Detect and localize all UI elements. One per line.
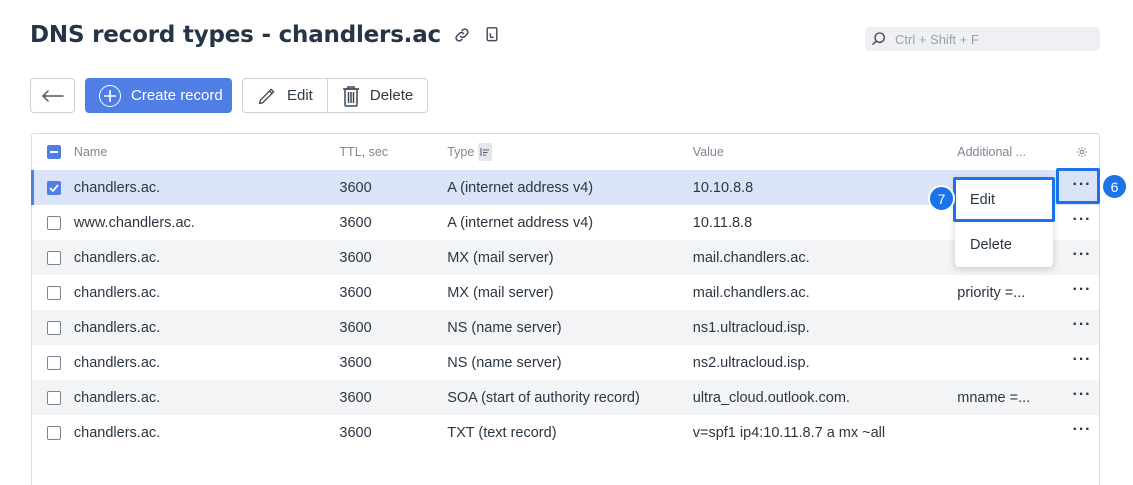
table-header: Name TTL, sec Type Value Additional ... [32, 134, 1099, 170]
cell-type: NS (name server) [447, 319, 562, 336]
row-checkbox[interactable] [47, 425, 62, 440]
cell-value: 10.10.8.8 [692, 179, 754, 196]
cell-type: TXT (text record) [447, 424, 557, 441]
cell-name: chandlers.ac. [73, 179, 161, 196]
row-checkbox[interactable] [47, 180, 62, 195]
column-ttl[interactable]: TTL, sec [339, 145, 447, 159]
table-row[interactable]: chandlers.ac. 3600 NS (name server) ns1.… [32, 310, 1099, 345]
cell-value: mail.chandlers.ac. [692, 249, 810, 266]
cell-ttl: 3600 [339, 424, 372, 441]
cell-value: ns1.ultracloud.isp. [692, 319, 810, 336]
cell-type: A (internet address v4) [447, 214, 594, 231]
trash-icon [342, 85, 359, 107]
edit-label: Edit [287, 87, 313, 104]
row-checkbox[interactable] [47, 285, 62, 300]
cell-name: chandlers.ac. [73, 389, 161, 406]
more-actions-icon[interactable]: ··· [1073, 351, 1092, 368]
cell-value: mail.chandlers.ac. [692, 284, 810, 301]
title-row: DNS record types - chandlers.ac [30, 22, 503, 48]
search-input[interactable] [895, 31, 1085, 47]
search-icon [872, 32, 885, 45]
column-type[interactable]: Type [447, 143, 693, 161]
table-row[interactable]: chandlers.ac. 3600 NS (name server) ns2.… [32, 345, 1099, 380]
cell-name: chandlers.ac. [73, 249, 161, 266]
pencil-icon [258, 88, 275, 104]
cell-name: chandlers.ac. [73, 284, 161, 301]
arrow-left-icon [41, 89, 64, 102]
more-actions-icon[interactable]: ··· [1073, 246, 1092, 263]
cell-value: ultra_cloud.outlook.com. [692, 389, 850, 406]
cell-type: NS (name server) [447, 354, 562, 371]
search-box[interactable] [865, 27, 1100, 51]
more-actions-icon[interactable]: ··· [1073, 386, 1092, 403]
cell-type: MX (mail server) [447, 284, 554, 301]
cell-ttl: 3600 [339, 179, 372, 196]
cell-type: SOA (start of authority record) [447, 389, 640, 406]
cell-ttl: 3600 [339, 354, 372, 371]
sort-icon[interactable] [478, 143, 493, 161]
table-row[interactable]: chandlers.ac. 3600 MX (mail server) mail… [32, 275, 1099, 310]
page-title: DNS record types - chandlers.ac [30, 22, 441, 48]
cell-value: ns2.ultracloud.isp. [692, 354, 810, 371]
cell-name: www.chandlers.ac. [73, 214, 195, 231]
table-row[interactable]: chandlers.ac. 3600 SOA (start of authori… [32, 380, 1099, 415]
more-actions-icon[interactable]: ··· [1073, 421, 1092, 438]
row-checkbox[interactable] [47, 215, 62, 230]
create-record-label: Create record [131, 87, 223, 104]
table-row[interactable]: chandlers.ac. 3600 MX (mail server) mail… [32, 240, 1099, 275]
row-checkbox[interactable] [47, 355, 62, 370]
more-actions-icon[interactable]: ··· [1073, 211, 1092, 228]
edit-delete-group: Edit Delete [242, 78, 429, 113]
cell-name: chandlers.ac. [73, 319, 161, 336]
highlight-edit-item [953, 177, 1055, 222]
cell-ttl: 3600 [339, 249, 372, 266]
edit-button[interactable]: Edit [243, 79, 327, 112]
cell-ttl: 3600 [339, 284, 372, 301]
cell-ttl: 3600 [339, 214, 372, 231]
context-menu-delete[interactable]: Delete [955, 222, 1053, 267]
highlight-more-actions [1056, 168, 1100, 204]
toolbar: Create record Edit Delete [30, 78, 429, 113]
column-type-label: Type [447, 145, 475, 159]
step-badge-6: 6 [1101, 173, 1128, 200]
cell-name: chandlers.ac. [73, 354, 161, 371]
link-icon[interactable] [451, 24, 473, 46]
row-checkbox[interactable] [47, 250, 62, 265]
back-button[interactable] [30, 78, 75, 113]
cell-additional: priority =... [957, 284, 1026, 301]
cell-value: v=spf1 ip4:10.11.8.7 a mx ~all [692, 424, 886, 441]
plus-icon [99, 84, 121, 107]
cell-type: MX (mail server) [447, 249, 554, 266]
copy-icon[interactable] [481, 24, 503, 46]
cell-value: 10.11.8.8 [692, 214, 753, 231]
more-actions-icon[interactable]: ··· [1073, 281, 1092, 298]
cell-ttl: 3600 [339, 389, 372, 406]
create-record-button[interactable]: Create record [85, 78, 232, 113]
cell-name: chandlers.ac. [73, 424, 161, 441]
select-all-checkbox[interactable] [47, 145, 62, 159]
delete-label: Delete [369, 87, 414, 104]
column-settings-icon[interactable] [1065, 146, 1099, 158]
column-additional[interactable]: Additional ... [957, 145, 1065, 159]
cell-additional: mname =... [957, 389, 1031, 406]
column-name[interactable]: Name [74, 145, 340, 159]
row-checkbox[interactable] [47, 320, 62, 335]
cell-ttl: 3600 [339, 319, 372, 336]
row-checkbox[interactable] [47, 390, 62, 405]
cell-type: A (internet address v4) [447, 179, 594, 196]
step-badge-7: 7 [928, 185, 955, 212]
table-row[interactable]: chandlers.ac. 3600 TXT (text record) v=s… [32, 415, 1099, 450]
column-value[interactable]: Value [693, 145, 958, 159]
delete-button[interactable]: Delete [326, 79, 427, 112]
more-actions-icon[interactable]: ··· [1073, 316, 1092, 333]
